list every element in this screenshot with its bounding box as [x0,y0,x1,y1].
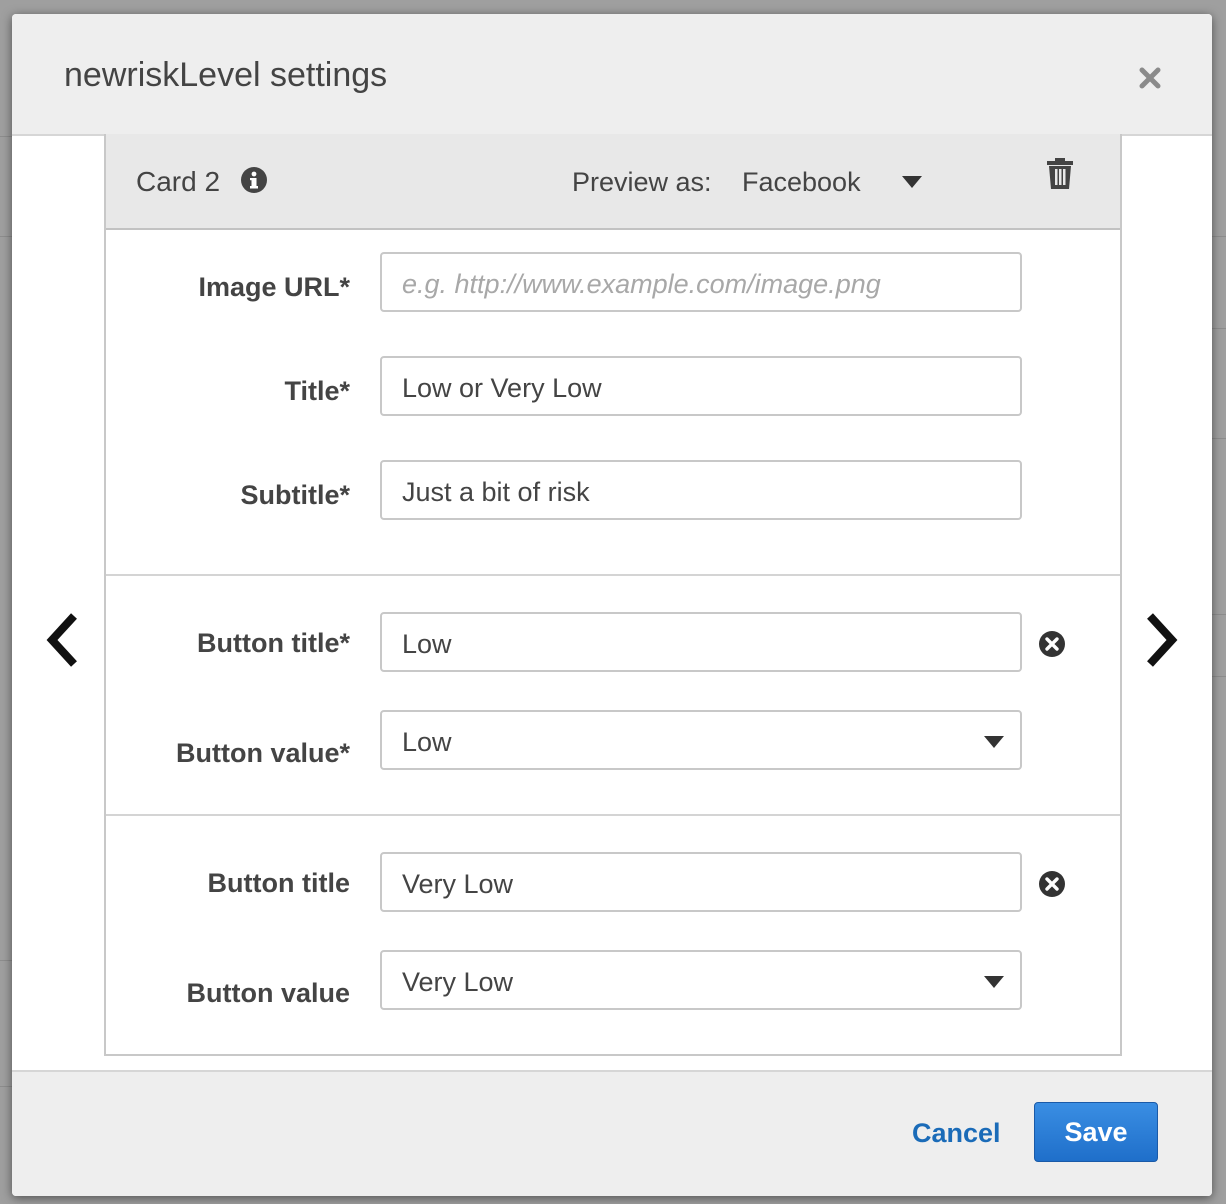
save-button[interactable]: Save [1034,1102,1158,1162]
card-content-section: Image URL* e.g. http://www.example.com/i… [106,228,1120,574]
button-value-select[interactable]: Very Low [380,950,1022,1010]
button-value-label: Button value [186,978,350,1008]
button-value-selected: Low [402,727,452,757]
button-value-selected: Very Low [402,967,514,997]
caret-down-icon [984,976,1004,988]
button-section-2: Button title Very Low Button value Very … [106,814,1120,1056]
subtitle-input[interactable]: Just a bit of risk [380,460,1022,520]
button-title-label: Button title* [197,628,350,658]
card-editor: Card 2 Preview as: Facebook Image URL* e… [104,134,1122,1056]
title-input[interactable]: Low or Very Low [380,356,1022,416]
chevron-left-icon[interactable] [42,610,86,670]
preview-platform-select[interactable]: Facebook [742,160,942,202]
chevron-right-icon[interactable] [1138,610,1182,670]
settings-modal: newriskLevel settings Card 2 Preview as:… [12,14,1212,1196]
button-section-1: Button title* Low Button value* Low [106,574,1120,816]
card-label: Card 2 [136,166,221,197]
info-icon[interactable] [240,166,268,194]
modal-footer: Cancel Save [12,1070,1212,1196]
remove-circle-icon[interactable] [1038,870,1066,898]
subtitle-value: Just a bit of risk [402,477,590,507]
subtitle-label: Subtitle* [240,480,350,510]
modal-header: newriskLevel settings [12,14,1212,136]
button-value-label: Button value* [175,738,350,768]
card-header: Card 2 Preview as: Facebook [106,134,1120,230]
modal-title: newriskLevel settings [64,56,388,94]
button-title-input[interactable]: Low [380,612,1022,672]
cancel-button[interactable]: Cancel [912,1118,1001,1149]
button-value-select[interactable]: Low [380,710,1022,770]
caret-down-icon [984,736,1004,748]
title-label: Title* [284,376,350,406]
button-title-value: Low [402,629,452,659]
image-url-input[interactable]: e.g. http://www.example.com/image.png [380,252,1022,312]
button-title-input[interactable]: Very Low [380,852,1022,912]
image-url-label: Image URL* [198,272,350,302]
caret-down-icon [902,176,922,188]
image-url-placeholder: e.g. http://www.example.com/image.png [402,269,881,299]
title-value: Low or Very Low [402,373,602,403]
button-title-value: Very Low [402,869,514,899]
remove-circle-icon[interactable] [1038,630,1066,658]
preview-platform-value: Facebook [742,167,861,197]
button-title-label: Button title [207,868,350,898]
trash-icon[interactable] [1046,158,1074,190]
close-icon[interactable] [1134,62,1166,94]
preview-label: Preview as: [572,167,712,197]
